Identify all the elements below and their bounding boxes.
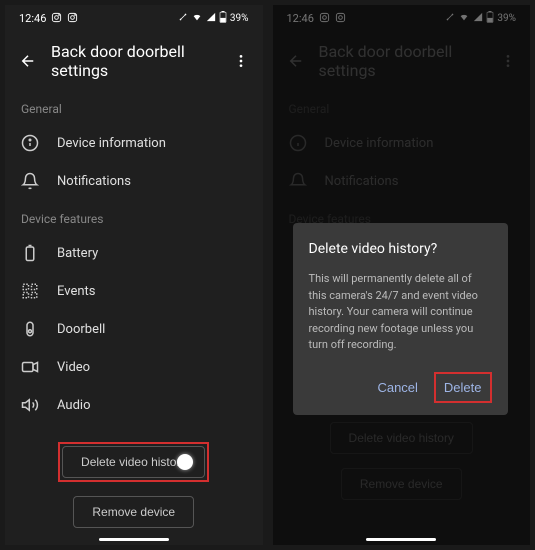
menu-label: Battery [57, 246, 98, 261]
delete-confirmation-modal: Delete video history? This will permanen… [293, 223, 508, 415]
signal-icon [206, 12, 216, 25]
menu-notifications[interactable]: Notifications [5, 162, 263, 200]
delete-history-highlight: Delete video history [58, 442, 209, 482]
remove-device-button[interactable]: Remove device [73, 496, 194, 528]
events-icon [21, 282, 39, 300]
app-header: Back door doorbell settings [5, 32, 263, 90]
cancel-button[interactable]: Cancel [377, 380, 417, 395]
status-time: 12:46 [19, 12, 46, 25]
section-device-features: Device features [5, 200, 263, 234]
instagram-icon [67, 12, 78, 26]
section-general: General [5, 90, 263, 124]
instagram-icon [51, 12, 62, 26]
modal-title: Delete video history? [309, 241, 492, 257]
info-icon [21, 134, 39, 152]
menu-video[interactable]: Video [5, 348, 263, 386]
doorbell-icon [21, 320, 39, 338]
bell-icon [21, 172, 39, 190]
modal-overlay[interactable]: Delete video history? This will permanen… [273, 5, 531, 545]
menu-label: Audio [57, 398, 90, 413]
delete-highlight: Delete [434, 372, 492, 403]
audio-icon [21, 396, 39, 414]
connectivity-icon [178, 12, 188, 25]
menu-doorbell[interactable]: Doorbell [5, 310, 263, 348]
menu-label: Video [57, 360, 90, 375]
menu-label: Device information [57, 136, 166, 151]
battery-icon [219, 11, 227, 26]
home-indicator[interactable] [366, 538, 436, 541]
menu-audio[interactable]: Audio [5, 386, 263, 424]
page-title: Back door doorbell settings [51, 42, 219, 80]
menu-battery[interactable]: Battery [5, 234, 263, 272]
battery-percent: 39% [230, 13, 249, 24]
delete-button[interactable]: Delete [438, 376, 488, 399]
more-vert-icon[interactable] [233, 53, 249, 69]
back-arrow-icon[interactable] [19, 52, 37, 70]
menu-label: Notifications [57, 174, 131, 189]
menu-label: Events [57, 284, 95, 299]
battery-icon [21, 244, 39, 262]
menu-label: Doorbell [57, 322, 105, 337]
home-indicator[interactable] [99, 538, 169, 541]
video-icon [21, 358, 39, 376]
status-bar: 12:46 39% [5, 5, 263, 32]
menu-events[interactable]: Events [5, 272, 263, 310]
menu-device-info[interactable]: Device information [5, 124, 263, 162]
wifi-icon [191, 12, 203, 25]
modal-body: This will permanently delete all of this… [309, 271, 492, 354]
